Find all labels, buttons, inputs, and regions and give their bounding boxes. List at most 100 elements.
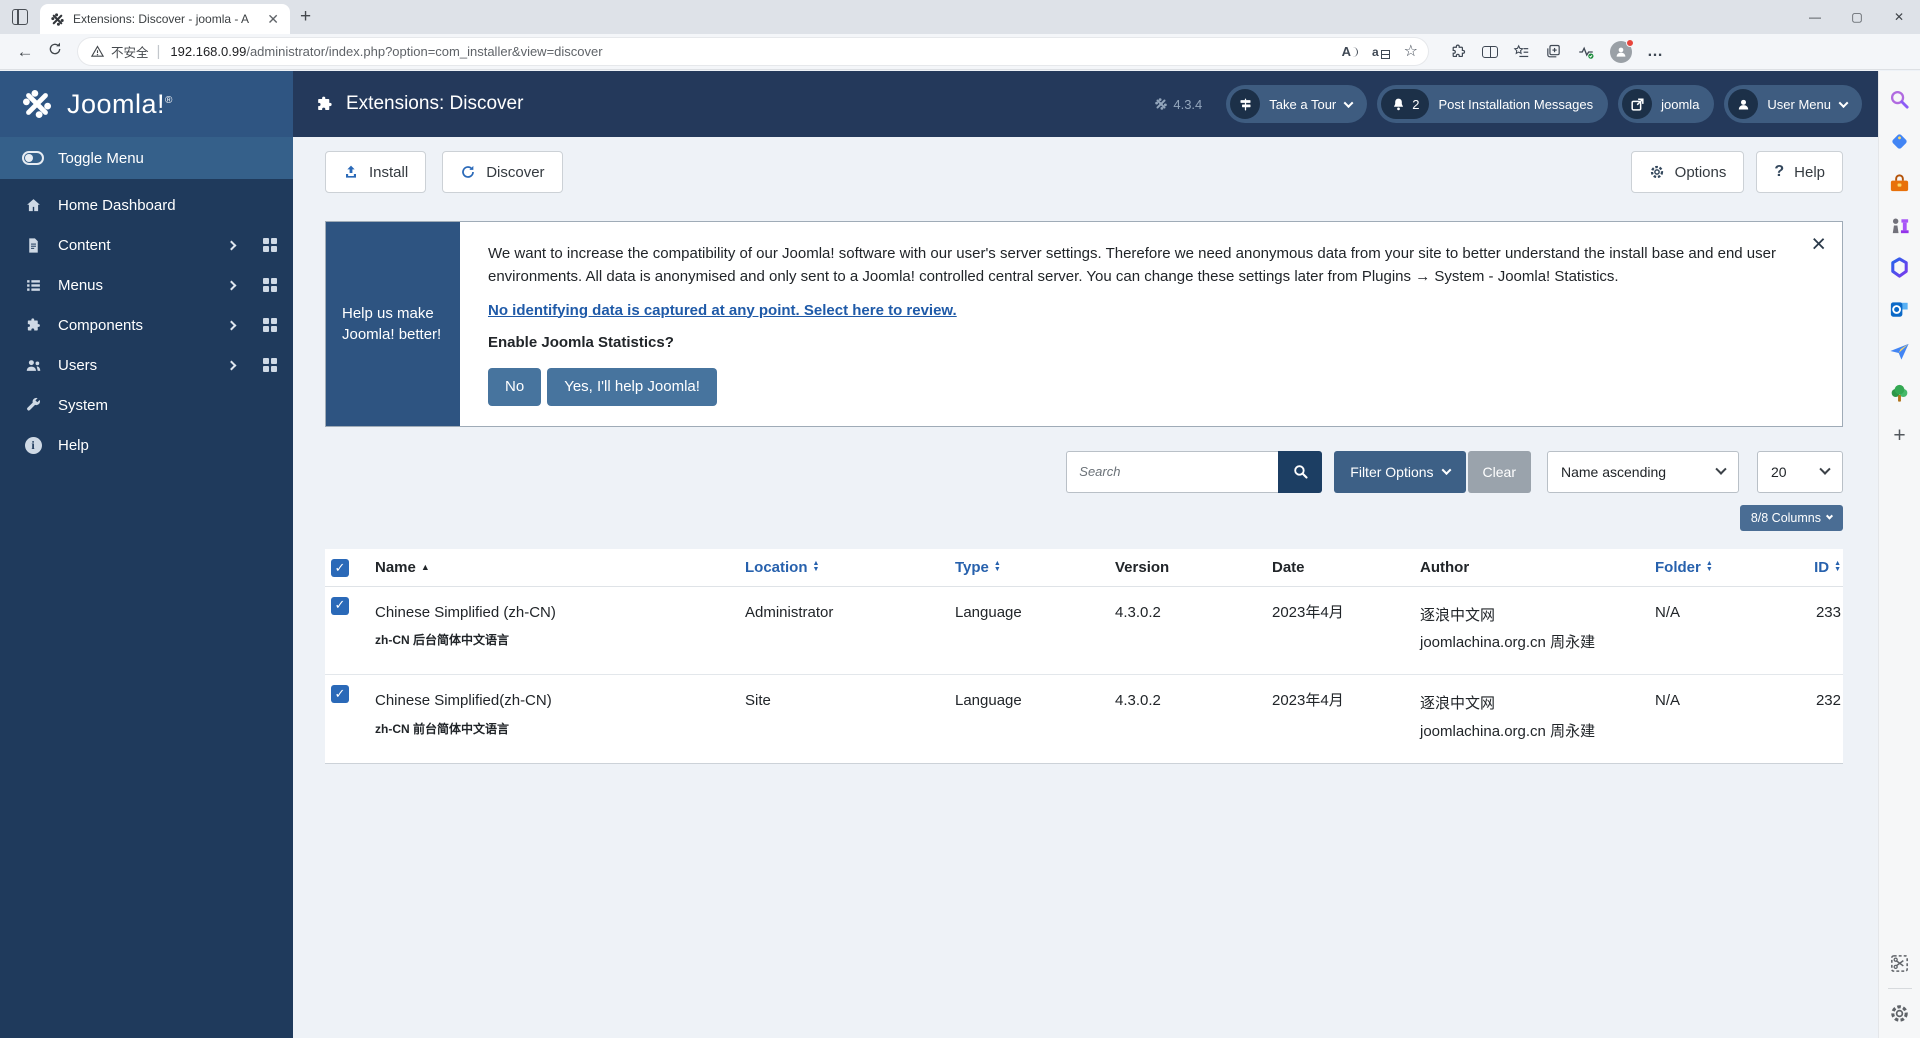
column-header-name[interactable]: Name▲: [375, 549, 745, 586]
table-header-row: ✓ Name▲ Location▲▼ Type▲▼ Version Date A…: [325, 549, 1843, 587]
take-a-tour-button[interactable]: Take a Tour: [1226, 85, 1367, 123]
tools-icon[interactable]: [1887, 171, 1912, 196]
url-field[interactable]: 不安全 | 192.168.0.99/administrator/index.p…: [78, 38, 1428, 65]
microsoft-365-icon[interactable]: [1887, 255, 1912, 280]
cell-type: Language: [955, 675, 1115, 729]
cell-id: 232: [1785, 675, 1843, 729]
messages-count-badge: 2: [1412, 97, 1419, 112]
install-button[interactable]: Install: [325, 151, 426, 193]
new-tab-button[interactable]: +: [300, 6, 311, 28]
joomla-version: 4.3.4: [1154, 97, 1202, 112]
refresh-icon[interactable]: [40, 41, 70, 62]
cell-id: 233: [1785, 587, 1843, 641]
preview-site-button[interactable]: joomla: [1618, 85, 1714, 123]
row-checkbox[interactable]: ✓: [331, 597, 349, 615]
sidebar-item-content[interactable]: Content: [0, 225, 293, 265]
cell-location: Administrator: [745, 587, 955, 641]
clear-button[interactable]: Clear: [1468, 451, 1531, 493]
tab-close-icon[interactable]: ✕: [264, 11, 282, 28]
collections-icon[interactable]: [1545, 43, 1562, 60]
column-header-location[interactable]: Location▲▼: [745, 549, 955, 586]
joomla-logo: Joomla!®: [0, 71, 293, 137]
search-input[interactable]: [1066, 451, 1278, 493]
sidebar-add-icon[interactable]: +: [1887, 423, 1912, 448]
sidebar-item-users[interactable]: Users: [0, 345, 293, 385]
favorites-star-icon[interactable]: ☆: [1404, 44, 1418, 60]
dashboard-grid-icon[interactable]: [263, 318, 277, 332]
sort-icon: ▲▼: [1706, 561, 1713, 574]
select-all-checkbox[interactable]: ✓: [331, 559, 349, 577]
help-button[interactable]: ? Help: [1756, 151, 1843, 193]
chevron-down-icon: [1839, 98, 1849, 108]
chevron-down-icon: [1715, 463, 1726, 474]
row-checkbox[interactable]: ✓: [331, 685, 349, 703]
column-header-id[interactable]: ID▲▼: [1785, 549, 1843, 586]
close-window-button[interactable]: ✕: [1878, 0, 1920, 34]
sort-select[interactable]: Name ascending: [1547, 451, 1739, 493]
search-icon: [1292, 463, 1309, 480]
refresh-icon: [460, 164, 476, 180]
split-screen-icon[interactable]: [1482, 46, 1498, 58]
drop-icon[interactable]: [1887, 339, 1912, 364]
post-installation-messages-button[interactable]: 2 Post Installation Messages: [1377, 85, 1608, 123]
joomla-mark-icon: [1154, 97, 1168, 111]
discover-button[interactable]: Discover: [442, 151, 562, 193]
options-button[interactable]: Options: [1631, 151, 1745, 193]
statistics-no-button[interactable]: No: [488, 368, 541, 406]
statistics-yes-button[interactable]: Yes, I'll help Joomla!: [547, 368, 717, 406]
notice-aside-label: Help us make Joomla! better!: [326, 222, 460, 426]
workspaces-icon[interactable]: [12, 9, 28, 25]
page-url[interactable]: 192.168.0.99/administrator/index.php?opt…: [170, 44, 1341, 59]
dashboard-grid-icon[interactable]: [263, 358, 277, 372]
security-label[interactable]: 不安全: [111, 42, 149, 61]
notification-dot: [1626, 39, 1634, 47]
outlook-icon[interactable]: [1887, 297, 1912, 322]
screen: Extensions: Discover - joomla - A ✕ + — …: [0, 0, 1920, 1038]
sidebar-item-home-dashboard[interactable]: Home Dashboard: [0, 185, 293, 225]
minimize-button[interactable]: —: [1794, 0, 1836, 34]
columns-toggle-button[interactable]: 8/8 Columns: [1740, 505, 1843, 531]
column-header-type[interactable]: Type▲▼: [955, 549, 1115, 586]
browser-tab[interactable]: Extensions: Discover - joomla - A ✕: [40, 4, 290, 34]
list-icon: [22, 277, 44, 294]
sidebar-item-help[interactable]: i Help: [0, 425, 293, 465]
shopping-icon[interactable]: [1887, 129, 1912, 154]
user-menu-button[interactable]: User Menu: [1724, 85, 1862, 123]
chevron-right-icon: [227, 240, 237, 250]
dashboard-grid-icon[interactable]: [263, 278, 277, 292]
extensions-table: ✓ Name▲ Location▲▼ Type▲▼ Version Date A…: [325, 549, 1843, 764]
cell-version: 4.3.0.2: [1115, 675, 1272, 729]
sidebar-item-toggle-menu[interactable]: Toggle Menu: [0, 137, 293, 179]
browser-menu-icon[interactable]: …: [1647, 44, 1663, 60]
settings-gear-icon[interactable]: [1887, 1001, 1912, 1026]
profile-avatar[interactable]: [1610, 41, 1632, 63]
sidebar-search-icon[interactable]: [1887, 87, 1912, 112]
chevron-down-icon: [1441, 465, 1451, 475]
sidebar-item-menus[interactable]: Menus: [0, 265, 293, 305]
column-header-folder[interactable]: Folder▲▼: [1655, 549, 1785, 586]
read-aloud-icon[interactable]: A: [1342, 44, 1358, 59]
sidebar-item-system[interactable]: System: [0, 385, 293, 425]
signpost-icon: [1230, 89, 1260, 119]
brand-text: Joomla!®: [67, 89, 173, 120]
back-icon[interactable]: ←: [10, 42, 40, 62]
search-button[interactable]: [1278, 451, 1322, 493]
review-data-link[interactable]: No identifying data is captured at any p…: [488, 302, 957, 319]
joomla-content: Install Discover Options ?: [293, 137, 1878, 1038]
games-icon[interactable]: [1887, 213, 1912, 238]
list-limit-select[interactable]: 20: [1757, 451, 1843, 493]
dashboard-grid-icon[interactable]: [263, 238, 277, 252]
translate-icon[interactable]: a: [1372, 45, 1390, 59]
toolbar: Install Discover Options ?: [325, 151, 1843, 193]
close-icon[interactable]: ×: [1811, 232, 1826, 257]
statistics-notice-panel: Help us make Joomla! better! × We want t…: [325, 221, 1843, 427]
tree-icon[interactable]: [1887, 381, 1912, 406]
extensions-icon[interactable]: [1450, 43, 1467, 60]
filter-options-button[interactable]: Filter Options: [1334, 451, 1465, 493]
browser-essentials-icon[interactable]: [1577, 43, 1595, 61]
screenshot-icon[interactable]: [1887, 951, 1912, 976]
sidebar-item-components[interactable]: Components: [0, 305, 293, 345]
maximize-button[interactable]: ▢: [1836, 0, 1878, 34]
favorites-hub-icon[interactable]: [1513, 43, 1530, 60]
cell-type: Language: [955, 587, 1115, 641]
